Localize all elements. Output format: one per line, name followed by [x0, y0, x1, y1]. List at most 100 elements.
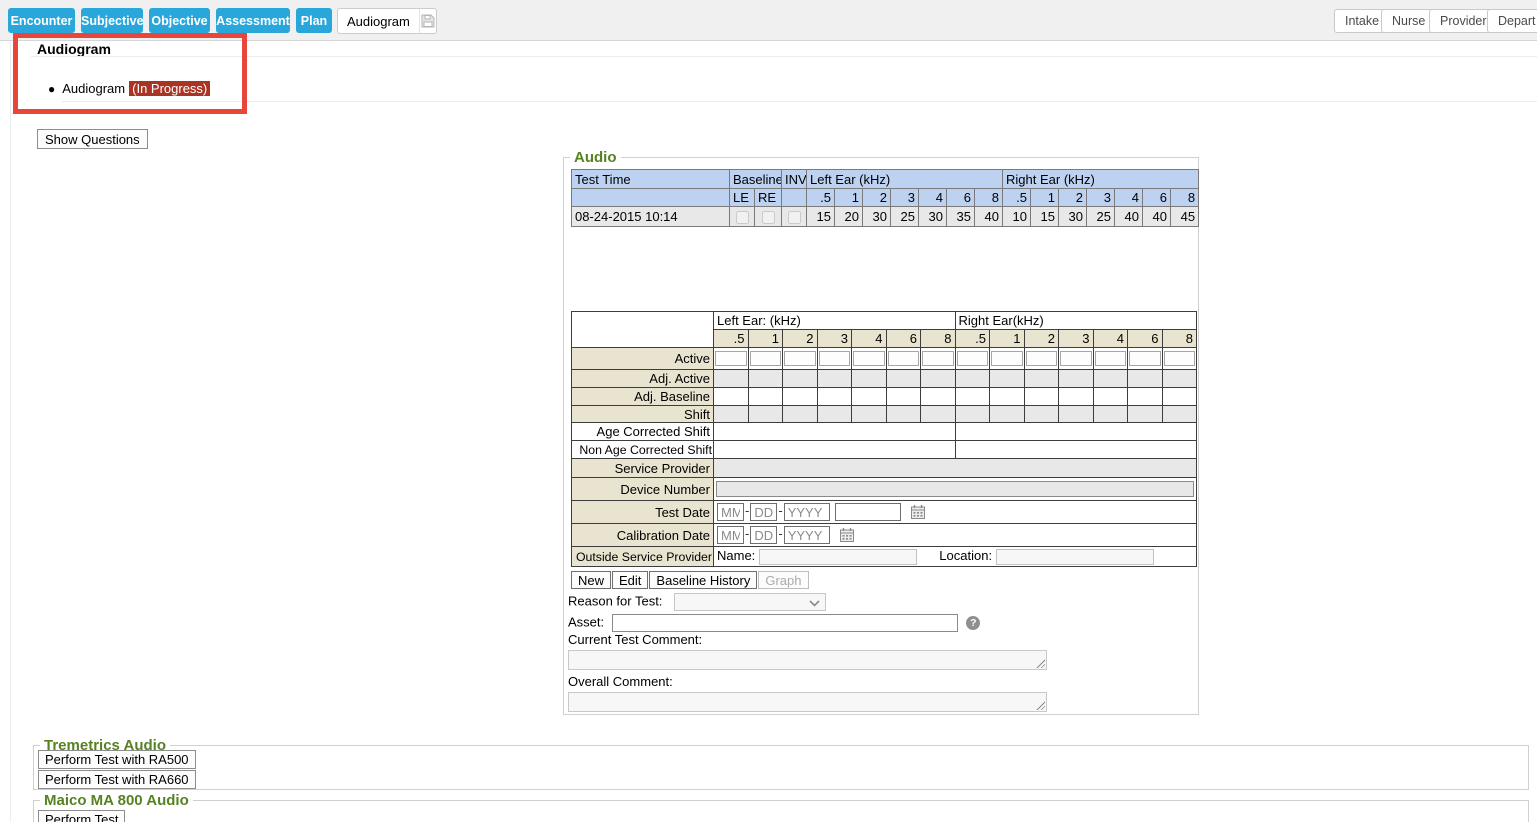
asset-input[interactable]: [612, 614, 958, 632]
freq-header: 1: [835, 189, 863, 207]
calibration-date-dd-input[interactable]: [750, 526, 777, 544]
baseline-history-button[interactable]: Baseline History: [649, 571, 757, 589]
right-ear-header: Right Ear (kHz): [1003, 170, 1199, 189]
baseline-re-checkbox[interactable]: [762, 211, 775, 224]
page-title: Audiogram: [37, 41, 111, 57]
audiogram-screen: Encounter Subjective Objective Assessmen…: [0, 0, 1537, 822]
test-time-value: 08-24-2015 10:14: [572, 207, 730, 227]
perform-test-ra660-button[interactable]: Perform Test with RA660: [38, 770, 196, 789]
test-date-label: Test Date: [572, 501, 714, 524]
active-threshold-input[interactable]: [1095, 351, 1127, 366]
subjective-button[interactable]: Subjective: [81, 8, 143, 33]
maico-legend: Maico MA 800 Audio: [40, 792, 193, 809]
active-threshold-input[interactable]: [922, 351, 954, 366]
calendar-icon[interactable]: [910, 504, 926, 520]
overall-comment-textarea[interactable]: [568, 692, 1047, 712]
help-icon[interactable]: ?: [966, 616, 980, 630]
right-value: 40: [1143, 207, 1171, 227]
reason-for-test-select[interactable]: [674, 593, 826, 611]
osp-location-input[interactable]: [996, 549, 1154, 565]
show-questions-button[interactable]: Show Questions: [37, 129, 148, 149]
left-value: 35: [947, 207, 975, 227]
detail-left-ear-header: Left Ear: (kHz): [714, 312, 956, 330]
asset-label: Asset:: [568, 614, 604, 629]
active-threshold-input[interactable]: [1164, 351, 1196, 366]
detail-freq-header: 2: [783, 330, 818, 348]
left-ear-header: Left Ear (kHz): [807, 170, 1003, 189]
active-row-label: Active: [572, 348, 714, 370]
detail-freq-header: 3: [1059, 330, 1094, 348]
active-threshold-input[interactable]: [750, 351, 782, 366]
osp-name-input[interactable]: [759, 549, 917, 565]
freq-header: 8: [975, 189, 1003, 207]
current-test-comment-textarea[interactable]: [568, 650, 1047, 670]
active-threshold-input[interactable]: [1060, 351, 1092, 366]
chevron-down-icon: [809, 600, 820, 607]
calendar-icon[interactable]: [839, 527, 855, 543]
baseline-re-cell: [755, 207, 782, 227]
resize-grip-icon[interactable]: [1035, 700, 1045, 710]
encounter-button[interactable]: Encounter: [8, 8, 75, 33]
device-number-input[interactable]: [716, 481, 1194, 497]
active-threshold-input[interactable]: [888, 351, 920, 366]
audiogram-tab[interactable]: Audiogram: [337, 8, 437, 34]
freq-header: 4: [1115, 189, 1143, 207]
calibration-date-label: Calibration Date: [572, 524, 714, 547]
active-threshold-input[interactable]: [1129, 351, 1161, 366]
graph-button[interactable]: Graph: [758, 571, 808, 589]
freq-header: 3: [1087, 189, 1115, 207]
resize-grip-icon[interactable]: [1035, 658, 1045, 668]
test-date-mm-input[interactable]: [717, 503, 744, 521]
detail-freq-header: 6: [886, 330, 921, 348]
right-value: 40: [1115, 207, 1143, 227]
freq-header: 3: [891, 189, 919, 207]
le-header: LE: [730, 189, 755, 207]
objective-button[interactable]: Objective: [149, 8, 210, 33]
detail-freq-header: 4: [1093, 330, 1128, 348]
detail-freq-header: 1: [990, 330, 1025, 348]
save-icon[interactable]: [419, 9, 436, 33]
adj-baseline-row-label: Adj. Baseline: [572, 388, 714, 406]
detail-freq-header: 2: [1024, 330, 1059, 348]
freq-header: 8: [1171, 189, 1199, 207]
test-date-yyyy-input[interactable]: [784, 503, 830, 521]
freq-header: .5: [807, 189, 835, 207]
audiogram-item-label[interactable]: Audiogram: [62, 81, 125, 96]
depart-button[interactable]: Depart: [1487, 9, 1537, 33]
calibration-date-mm-input[interactable]: [717, 526, 744, 544]
date-separator: -: [778, 503, 782, 518]
active-threshold-input[interactable]: [819, 351, 851, 366]
audio-section: Audio Test Time Baseline INV Left Ear (k…: [563, 157, 1199, 715]
active-threshold-input[interactable]: [715, 351, 747, 366]
plan-button[interactable]: Plan: [296, 8, 332, 33]
edit-button[interactable]: Edit: [612, 571, 648, 589]
inv-checkbox[interactable]: [788, 211, 801, 224]
baseline-header: Baseline: [730, 170, 782, 189]
active-threshold-input[interactable]: [957, 351, 989, 366]
freq-header: 4: [919, 189, 947, 207]
freq-header: 1: [1031, 189, 1059, 207]
calibration-date-yyyy-input[interactable]: [784, 526, 830, 544]
test-time-input[interactable]: [835, 503, 901, 521]
non-age-corrected-shift-label: Non Age Corrected Shift: [572, 441, 714, 459]
inv-cell: [782, 207, 807, 227]
perform-test-button[interactable]: Perform Test: [38, 810, 125, 822]
active-threshold-input[interactable]: [991, 351, 1023, 366]
new-button[interactable]: New: [571, 571, 611, 589]
perform-test-ra500-button[interactable]: Perform Test with RA500: [38, 750, 196, 769]
audiogram-tab-label: Audiogram: [338, 14, 419, 29]
active-threshold-input[interactable]: [853, 351, 885, 366]
active-threshold-input[interactable]: [1026, 351, 1058, 366]
osp-location-label: Location:: [939, 548, 992, 563]
detail-freq-header: 8: [1162, 330, 1197, 348]
active-threshold-input[interactable]: [784, 351, 816, 366]
assessment-button[interactable]: Assessment: [216, 8, 290, 33]
left-value: 20: [835, 207, 863, 227]
right-value: 25: [1087, 207, 1115, 227]
detail-freq-header: 1: [748, 330, 783, 348]
left-value: 15: [807, 207, 835, 227]
right-value: 10: [1003, 207, 1031, 227]
audiogram-list-item[interactable]: ●Audiogram(In Progress): [48, 81, 210, 96]
baseline-le-checkbox[interactable]: [736, 211, 749, 224]
test-date-dd-input[interactable]: [750, 503, 777, 521]
